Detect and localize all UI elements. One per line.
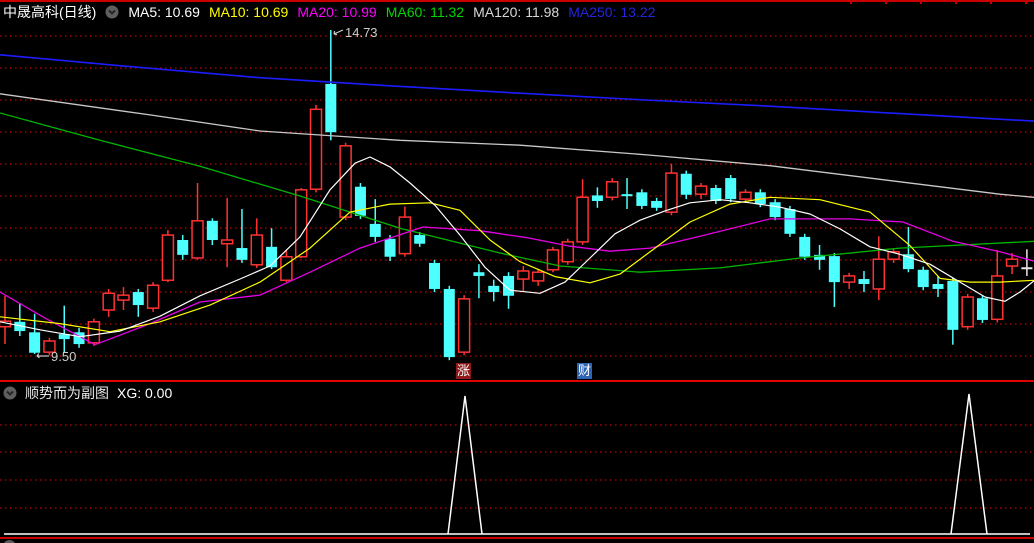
- ma-label: MA60: 11.32: [385, 3, 465, 20]
- indicator-header: 顺势而为副图 XG: 0.00: [3, 383, 172, 403]
- indicator-value: XG: 0.00: [117, 385, 173, 401]
- main-panel-chevron-icon[interactable]: [105, 5, 119, 19]
- indicator-chart[interactable]: [0, 380, 1034, 543]
- stock-chart-window: 14.73 9.50 中晟高科(日线) MA5: 10.69 MA10: 10.6…: [0, 0, 1034, 543]
- price-tag-zhang: 涨: [456, 363, 472, 379]
- sub-panel-chevron-icon[interactable]: [3, 386, 17, 400]
- svg-text:14.73: 14.73: [345, 25, 378, 40]
- ma-label: MA5: 10.69: [128, 3, 200, 20]
- sub-grid-layer: [0, 424, 1034, 509]
- ma-label: MA10: 10.69: [208, 3, 289, 20]
- stock-title: 中晟高科(日线): [3, 3, 97, 20]
- signal-spikes-layer: [447, 393, 988, 535]
- signal-spike: [447, 395, 483, 535]
- svg-text:9.50: 9.50: [51, 349, 76, 364]
- ma-label: MA120: 11.98: [473, 3, 560, 20]
- ma-line-MA250: [0, 53, 1034, 122]
- ma-label: MA250: 13.22: [568, 3, 656, 20]
- signal-spike: [950, 393, 988, 535]
- indicator-panel: 顺势而为副图 XG: 0.00: [0, 380, 1034, 543]
- indicator-name: 顺势而为副图: [25, 385, 109, 401]
- ma-line-MA120: [0, 93, 1034, 198]
- ma-label: MA20: 10.99: [297, 3, 377, 20]
- candles-layer: [0, 30, 1033, 361]
- price-tag-cai: 财: [577, 363, 593, 379]
- main-chart-header: 中晟高科(日线) MA5: 10.69 MA10: 10.69 MA20: 10…: [3, 2, 655, 21]
- main-candlestick-chart[interactable]: 14.73 9.50: [0, 0, 1034, 380]
